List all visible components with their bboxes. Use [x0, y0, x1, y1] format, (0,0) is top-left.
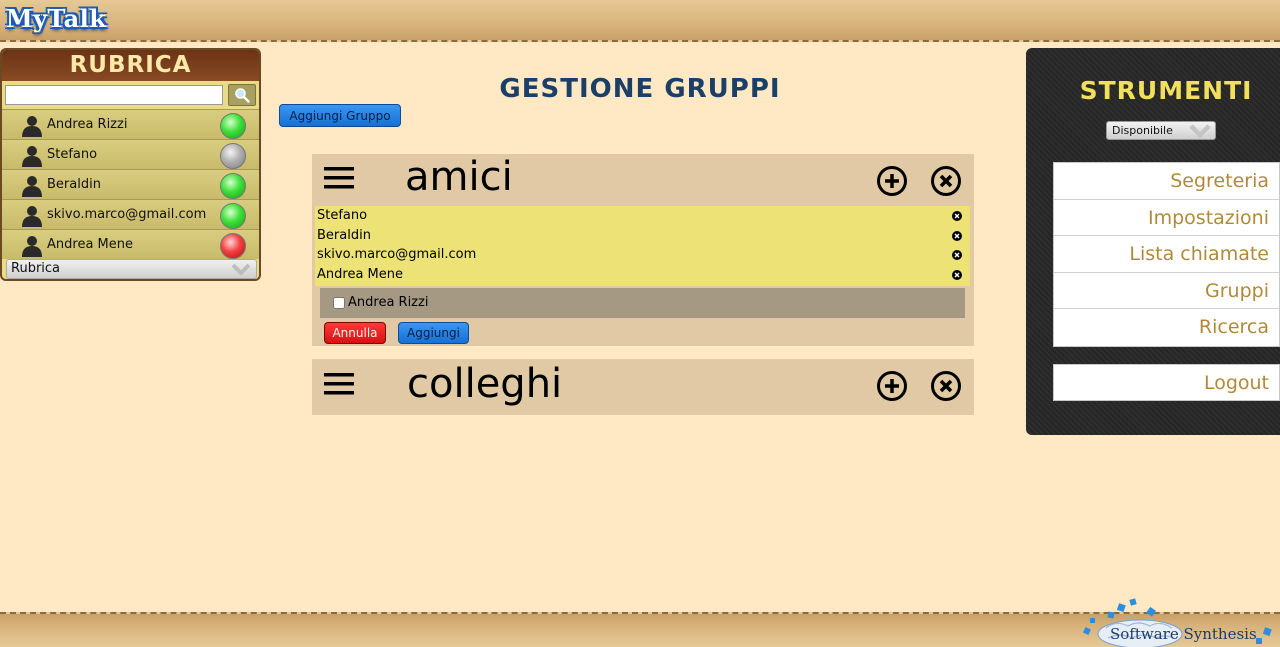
- member-name: Andrea Mene: [317, 267, 403, 283]
- status-busy-icon: [220, 233, 246, 259]
- contact-row[interactable]: skivo.marco@gmail.com: [2, 199, 259, 229]
- rubrica-title: RUBRICA: [2, 50, 259, 81]
- contact-name: Andrea Rizzi: [47, 117, 128, 132]
- status-online-icon: [220, 203, 246, 229]
- status-online-icon: [220, 173, 246, 199]
- chevron-down-icon: [232, 263, 250, 276]
- user-avatar-icon: [22, 236, 42, 257]
- contact-name: skivo.marco@gmail.com: [47, 207, 207, 222]
- strumenti-menu: Segreteria Impostazioni Lista chiamate G…: [1053, 162, 1280, 347]
- hamburger-menu-icon[interactable]: [324, 372, 356, 396]
- member-name: Stefano: [317, 208, 368, 223]
- user-avatar-icon: [22, 206, 42, 227]
- group-member: Stefano: [315, 206, 970, 226]
- candidate-checkbox[interactable]: [333, 297, 345, 309]
- rubrica-search-row: [2, 81, 259, 109]
- remove-member-icon[interactable]: [952, 230, 962, 241]
- add-group-button[interactable]: Aggiungi Gruppo: [279, 104, 401, 127]
- rubrica-list-select[interactable]: Rubrica: [6, 259, 257, 279]
- strumenti-title: STRUMENTI: [1079, 76, 1253, 105]
- presence-status-value: Disponibile: [1112, 124, 1173, 137]
- menu-item-ricerca[interactable]: Ricerca: [1054, 309, 1279, 346]
- contact-row[interactable]: Beraldin: [2, 169, 259, 199]
- status-online-icon: [220, 113, 246, 139]
- menu-item-lista-chiamate[interactable]: Lista chiamate: [1054, 236, 1279, 273]
- contact-name: Beraldin: [47, 177, 101, 192]
- hamburger-menu-icon[interactable]: [324, 166, 356, 190]
- contact-row[interactable]: Andrea Rizzi: [2, 109, 259, 139]
- group-member: Andrea Mene: [315, 265, 970, 285]
- top-bar: [0, 0, 1280, 42]
- group-members-list: Stefano Beraldin skivo.marco@gmail.com A…: [315, 206, 970, 286]
- strumenti-panel: STRUMENTI Disponibile Segreteria Imposta…: [1026, 48, 1280, 435]
- footer-brand: Software Synthesis: [1110, 625, 1257, 643]
- contact-row[interactable]: Andrea Mene: [2, 229, 259, 259]
- group-member: Beraldin: [315, 226, 970, 246]
- add-member-button[interactable]: Aggiungi: [398, 322, 469, 344]
- search-icon: [235, 88, 250, 103]
- group-name: colleghi: [407, 361, 563, 407]
- candidate-label: Andrea Rizzi: [348, 295, 429, 310]
- logout-button[interactable]: Logout: [1053, 364, 1280, 401]
- member-name: Beraldin: [317, 227, 371, 243]
- user-avatar-icon: [22, 146, 42, 167]
- menu-item-impostazioni[interactable]: Impostazioni: [1054, 200, 1279, 237]
- delete-circle-icon[interactable]: [930, 370, 962, 402]
- add-member-box: Andrea Rizzi: [320, 288, 965, 318]
- add-circle-icon[interactable]: [876, 165, 908, 197]
- software-synthesis-logo: Software Synthesis: [1078, 598, 1278, 647]
- contact-row[interactable]: Stefano: [2, 139, 259, 169]
- mytalk-logo[interactable]: MyTalk: [6, 4, 106, 33]
- group-card: colleghi: [312, 359, 974, 415]
- user-avatar-icon: [22, 116, 42, 137]
- presence-status-select[interactable]: Disponibile: [1106, 121, 1216, 140]
- group-name: amici: [405, 154, 513, 200]
- group-member: skivo.marco@gmail.com: [315, 245, 970, 265]
- status-offline-icon: [220, 143, 246, 169]
- rubrica-search-input[interactable]: [5, 85, 223, 105]
- cancel-button[interactable]: Annulla: [324, 322, 386, 344]
- search-button[interactable]: [228, 84, 256, 106]
- page-title: GESTIONE GRUPPI: [499, 74, 781, 104]
- member-name: skivo.marco@gmail.com: [317, 247, 477, 263]
- rubrica-select-value: Rubrica: [11, 261, 61, 276]
- remove-member-icon[interactable]: [952, 270, 962, 281]
- menu-item-segreteria[interactable]: Segreteria: [1054, 163, 1279, 200]
- add-circle-icon[interactable]: [876, 370, 908, 402]
- remove-member-icon[interactable]: [952, 211, 962, 221]
- chevron-down-icon: [1189, 124, 1211, 138]
- contact-name: Stefano: [47, 147, 98, 162]
- menu-item-gruppi[interactable]: Gruppi: [1054, 273, 1279, 310]
- remove-member-icon[interactable]: [952, 250, 962, 261]
- rubrica-panel: RUBRICA Andrea Rizzi Stefano Beraldin sk…: [0, 48, 261, 281]
- group-card: amici Stefano Beraldin skivo.marco@gmail…: [312, 154, 974, 346]
- user-avatar-icon: [22, 176, 42, 197]
- delete-circle-icon[interactable]: [930, 165, 962, 197]
- contact-name: Andrea Mene: [47, 237, 133, 252]
